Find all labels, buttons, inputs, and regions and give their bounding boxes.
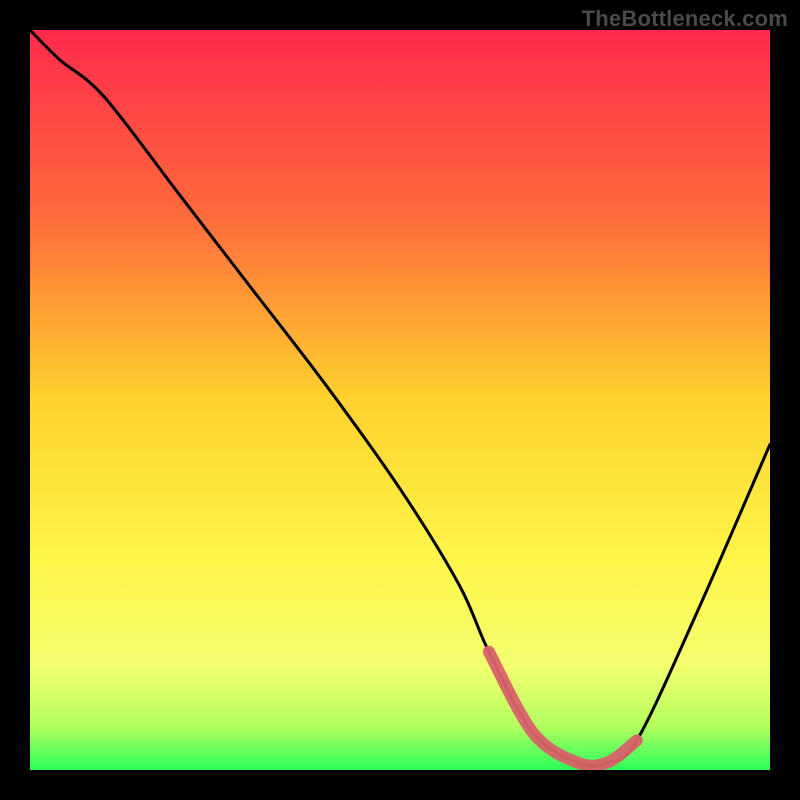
gradient-background [30, 30, 770, 770]
plot-area [30, 30, 770, 770]
watermark-text: TheBottleneck.com [582, 6, 788, 32]
chart-svg [30, 30, 770, 770]
chart-frame: TheBottleneck.com [0, 0, 800, 800]
